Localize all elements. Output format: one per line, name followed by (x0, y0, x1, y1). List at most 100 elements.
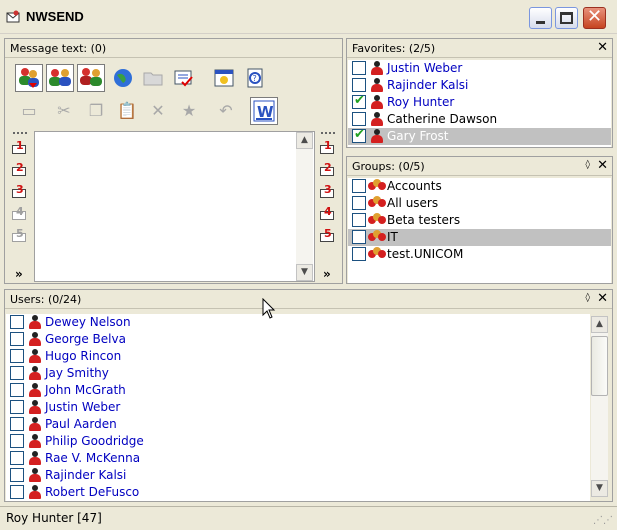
preset-left-3-button[interactable]: 3 (11, 183, 29, 200)
users-restore-icon[interactable]: ◊ (586, 293, 590, 303)
title-bar[interactable]: NWSEND ✕ (0, 0, 617, 34)
user-checkbox[interactable] (10, 485, 24, 499)
resize-grip-icon[interactable]: ⋰⋰ (593, 515, 613, 526)
group-row[interactable]: Beta testers (348, 212, 611, 229)
favorite-button[interactable]: ★ (175, 97, 203, 125)
user-row[interactable]: Dewey Nelson (6, 314, 590, 331)
group-checkbox[interactable] (352, 196, 366, 210)
network-button[interactable] (109, 64, 137, 92)
favorites-panel: Favorites: (2/5) ✕ Justin Weber Rajinder… (346, 38, 613, 148)
favorite-checkbox[interactable] (352, 112, 366, 126)
preset-left-2-button[interactable]: 2 (11, 161, 29, 178)
message-scrollbar[interactable]: ▲ ▼ (296, 132, 313, 281)
preset-right-5-button[interactable]: 5 (319, 227, 337, 244)
insert-template-button[interactable]: ▭ (15, 97, 43, 125)
user-checkbox[interactable] (10, 434, 24, 448)
undo-icon: ↶ (219, 101, 233, 120)
groups-close-icon[interactable]: ✕ (597, 158, 608, 173)
user-row[interactable]: Rajinder Kalsi (6, 467, 590, 484)
spell-check-button[interactable]: W (250, 97, 278, 125)
right-more-button[interactable]: » (323, 267, 331, 281)
favorite-checkbox[interactable] (352, 78, 366, 92)
check-list-button[interactable] (169, 64, 197, 92)
close-button[interactable]: ✕ (583, 6, 606, 29)
group-row-selected[interactable]: IT (348, 229, 611, 246)
right-column-grip[interactable] (321, 132, 335, 136)
preset-right-3-button[interactable]: 3 (319, 183, 337, 200)
help-button[interactable]: ? (241, 64, 269, 92)
favorite-row-selected[interactable]: ✔ Gary Frost (348, 127, 611, 145)
user-checkbox[interactable] (10, 349, 24, 363)
preset-left-5-button[interactable]: 5 (11, 227, 29, 244)
send-to-user-button[interactable] (15, 64, 43, 92)
user-icon (370, 78, 384, 93)
user-checkbox[interactable] (10, 315, 24, 329)
user-name: Hugo Rincon (45, 349, 122, 363)
message-text-input[interactable] (34, 131, 315, 282)
undo-button[interactable]: ↶ (212, 97, 240, 125)
user-checkbox[interactable] (10, 468, 24, 482)
group-row[interactable]: test.UNICOM (348, 246, 611, 263)
user-name: Philip Goodridge (45, 434, 144, 448)
cut-button[interactable]: ✂ (50, 97, 78, 125)
preset-left-4-button[interactable]: 4 (11, 205, 29, 222)
preset-right-2-button[interactable]: 2 (319, 161, 337, 178)
group-name: All users (387, 196, 439, 210)
favorite-row[interactable]: Justin Weber (348, 60, 611, 77)
user-row[interactable]: Philip Goodridge (6, 433, 590, 450)
user-checkbox[interactable] (10, 417, 24, 431)
favorite-checkbox[interactable]: ✔ (352, 127, 366, 143)
scroll-thumb[interactable] (591, 336, 608, 396)
schedule-button[interactable] (210, 64, 238, 92)
paste-button[interactable]: 📋 (113, 97, 141, 125)
scroll-up-icon[interactable]: ▲ (296, 132, 313, 149)
groups-restore-icon[interactable]: ◊ (586, 160, 590, 170)
left-column-grip[interactable] (13, 132, 27, 136)
copy-button[interactable]: ❐ (82, 97, 110, 125)
send-to-all-button[interactable] (77, 64, 105, 92)
user-checkbox[interactable] (10, 332, 24, 346)
group-checkbox[interactable] (352, 213, 366, 227)
user-row[interactable]: Jay Smithy (6, 365, 590, 382)
group-checkbox[interactable] (352, 247, 366, 261)
left-more-button[interactable]: » (15, 267, 23, 281)
user-row[interactable]: Justin Weber (6, 399, 590, 416)
open-folder-button[interactable] (139, 64, 167, 92)
scroll-up-icon[interactable]: ▲ (591, 316, 608, 333)
users-scrollbar[interactable]: ▲ ▼ (591, 316, 608, 497)
minimize-button[interactable] (529, 7, 552, 29)
preset-right-4-button[interactable]: 4 (319, 205, 337, 222)
window-title: NWSEND (26, 9, 84, 24)
group-checkbox[interactable] (352, 230, 366, 244)
scroll-down-icon[interactable]: ▼ (296, 264, 313, 281)
scroll-down-icon[interactable]: ▼ (591, 480, 608, 497)
favorite-row[interactable]: ✔ Roy Hunter (348, 93, 611, 111)
favorite-row[interactable]: Rajinder Kalsi (348, 77, 611, 94)
user-row[interactable]: John McGrath (6, 382, 590, 399)
user-row[interactable]: Robert DeFusco (6, 484, 590, 501)
delete-x-icon: ✕ (151, 101, 165, 120)
favorite-row[interactable]: Catherine Dawson (348, 111, 611, 128)
user-checkbox[interactable] (10, 366, 24, 380)
group-row[interactable]: All users (348, 195, 611, 212)
favorite-name: Gary Frost (387, 129, 449, 143)
favorite-checkbox[interactable] (352, 61, 366, 75)
maximize-button[interactable] (555, 7, 578, 29)
preset-left-1-button[interactable]: 1 (11, 139, 29, 156)
user-checkbox[interactable] (10, 451, 24, 465)
delete-button[interactable]: ✕ (144, 97, 172, 125)
favorite-checkbox[interactable]: ✔ (352, 93, 366, 109)
group-checkbox[interactable] (352, 179, 366, 193)
group-row[interactable]: Accounts (348, 178, 611, 195)
user-row[interactable]: Rae V. McKenna (6, 450, 590, 467)
send-to-group-button[interactable] (46, 64, 74, 92)
user-checkbox[interactable] (10, 400, 24, 414)
favorites-close-icon[interactable]: ✕ (597, 40, 608, 55)
user-row[interactable]: George Belva (6, 331, 590, 348)
users-close-icon[interactable]: ✕ (597, 291, 608, 306)
groups-list: Accounts All users Beta testers IT test.… (348, 178, 611, 283)
preset-right-1-button[interactable]: 1 (319, 139, 337, 156)
user-row[interactable]: Paul Aarden (6, 416, 590, 433)
user-row[interactable]: Hugo Rincon (6, 348, 590, 365)
user-checkbox[interactable] (10, 383, 24, 397)
